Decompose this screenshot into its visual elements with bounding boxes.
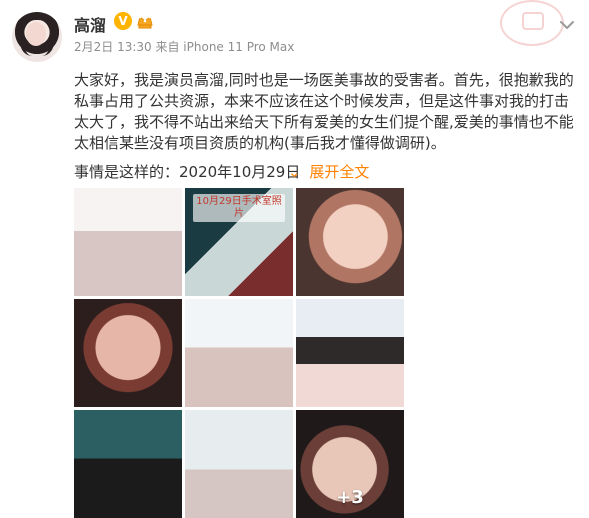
image-thumb-7[interactable] [74,410,182,518]
image-thumb-5[interactable] [185,299,293,407]
date-line: 事情是这样的：2020年10月29日 [74,163,301,181]
expand-full-text-link[interactable]: ⌄ 展开全文 [288,161,369,182]
image-grid: 10月29日手术室照片 +3 [74,188,404,518]
expand-chevron-icon: ⌄ [288,163,301,181]
post-meta: 2月2日 13:30 来自 iPhone 11 Pro Max [74,40,295,54]
image-thumb-1[interactable] [74,188,182,296]
avatar[interactable] [12,12,62,62]
image-thumb-4[interactable] [74,299,182,407]
image-caption-top: 10月29日手术室照片 [193,194,285,222]
avatar-face [26,22,46,46]
image-thumb-6[interactable] [296,299,404,407]
username[interactable]: 高溜 [74,12,106,36]
more-images-count: +3 [336,487,364,508]
image-thumb-3[interactable] [296,188,404,296]
post-text: 大家好，我是演员高溜,同时也是一场医美事故的受害者。首先，很抱歉我的私事占用了公… [74,71,574,152]
crown-icon [137,15,153,29]
vip-badge: V [114,12,132,30]
image-thumb-2[interactable]: 10月29日手术室照片 [185,188,293,296]
chevron-down-icon[interactable] [554,12,580,38]
image-thumb-8[interactable] [185,410,293,518]
image-thumb-9[interactable]: +3 [296,410,404,518]
expand-label: 展开全文 [309,163,370,181]
